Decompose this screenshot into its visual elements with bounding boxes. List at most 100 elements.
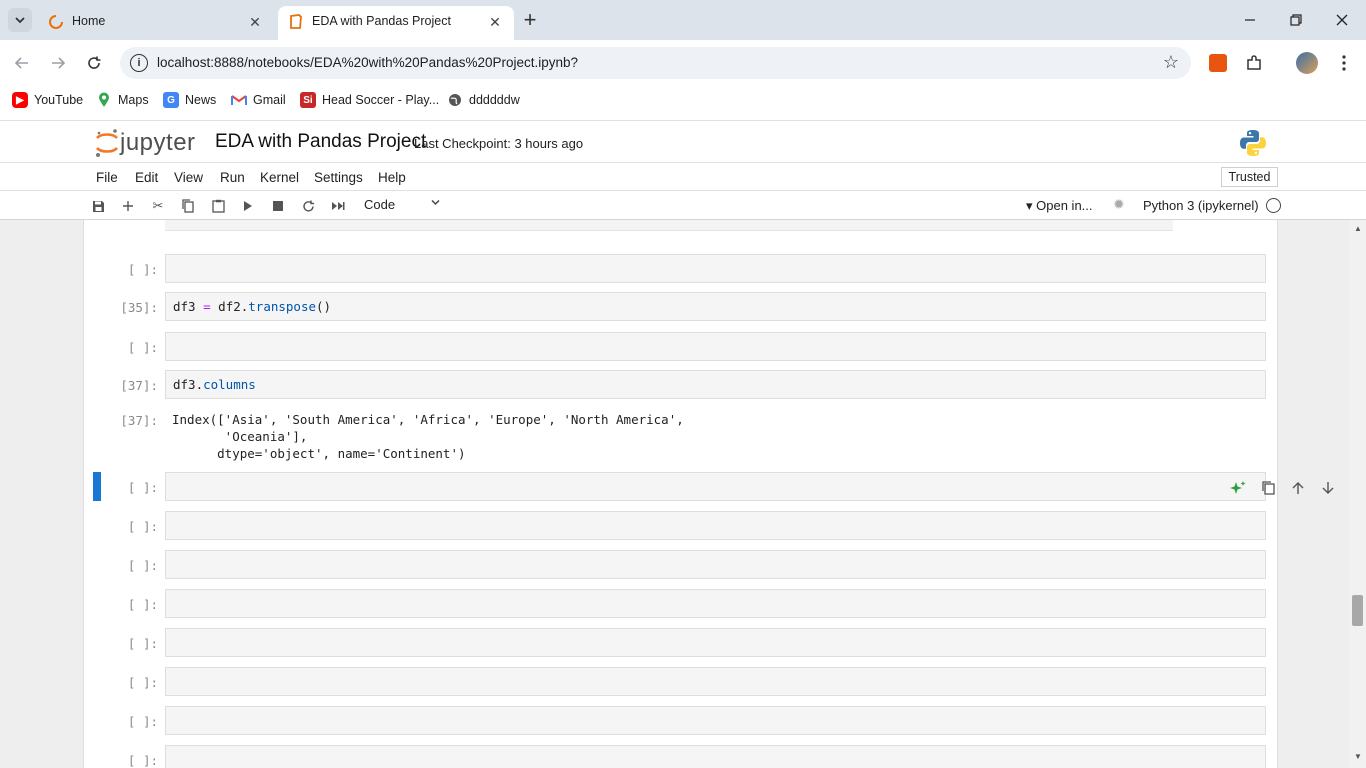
jupyter-logo[interactable]: jupyter bbox=[94, 127, 202, 159]
reload-icon[interactable] bbox=[82, 51, 106, 75]
run-all-icon[interactable] bbox=[329, 197, 347, 215]
menu-help[interactable]: Help bbox=[378, 170, 406, 185]
ai-sparkle-icon[interactable] bbox=[1229, 479, 1247, 497]
code-cell-input[interactable] bbox=[165, 254, 1266, 283]
cut-icon[interactable]: ✂ bbox=[149, 197, 167, 215]
url-text: localhost:8888/notebooks/EDA%20with%20Pa… bbox=[157, 55, 579, 70]
code-cell-input[interactable] bbox=[165, 745, 1266, 768]
bookmark-label: YouTube bbox=[34, 93, 84, 107]
bookmark-label: Head Soccer - Play... bbox=[322, 93, 440, 107]
bookmark-head-soccer[interactable]: Si Head Soccer - Play... bbox=[300, 92, 439, 108]
active-code-cell-input[interactable] bbox=[165, 472, 1365, 501]
bookmark-maps[interactable]: Maps bbox=[96, 92, 149, 108]
back-icon[interactable] bbox=[10, 51, 34, 75]
kernel-status-icon bbox=[1266, 198, 1281, 213]
chevron-down-icon[interactable] bbox=[430, 197, 441, 211]
paste-icon[interactable] bbox=[209, 197, 227, 215]
maps-icon bbox=[96, 92, 112, 108]
bookmarks-bar: ▶ YouTube Maps G News Gmail Si Head Socc… bbox=[0, 86, 1366, 114]
code-cell-input[interactable] bbox=[165, 550, 1266, 579]
restart-kernel-icon[interactable] bbox=[299, 197, 317, 215]
code-cell-input[interactable] bbox=[165, 667, 1266, 696]
code-token-attribute: columns bbox=[203, 377, 256, 392]
bookmark-star-icon[interactable]: ☆ bbox=[1163, 52, 1179, 73]
cell-prompt: [ ]: bbox=[127, 340, 158, 355]
menu-view[interactable]: View bbox=[174, 170, 203, 185]
output-line: Index(['Asia', 'South America', 'Africa'… bbox=[172, 412, 684, 427]
menu-edit[interactable]: Edit bbox=[135, 170, 158, 185]
code-token: df2. bbox=[210, 299, 249, 314]
close-window-icon[interactable] bbox=[1330, 10, 1354, 30]
new-tab-button[interactable]: + bbox=[520, 7, 540, 32]
extensions-puzzle-icon[interactable] bbox=[1243, 52, 1265, 74]
kernel-name[interactable]: Python 3 (ipykernel) bbox=[1143, 198, 1259, 213]
tab-eda-notebook[interactable]: EDA with Pandas Project ✕ bbox=[278, 6, 514, 40]
minimize-icon[interactable] bbox=[1238, 10, 1262, 30]
notebook-icon bbox=[288, 14, 304, 30]
bookmark-label: Gmail bbox=[253, 93, 286, 107]
trusted-indicator[interactable]: Trusted bbox=[1221, 167, 1278, 187]
bookmark-label: News bbox=[185, 93, 217, 107]
code-cell-input[interactable] bbox=[165, 589, 1266, 618]
code-cell-input[interactable]: df3.columns bbox=[165, 370, 1266, 399]
code-cell-input[interactable]: df3 = df2.transpose() bbox=[165, 292, 1266, 321]
duplicate-cell-icon[interactable] bbox=[1259, 479, 1277, 497]
notebook-title[interactable]: EDA with Pandas Project bbox=[215, 131, 426, 153]
code-token: () bbox=[316, 299, 332, 314]
tab-search-button[interactable] bbox=[8, 8, 32, 32]
tab-home[interactable]: Home ✕ bbox=[38, 6, 274, 40]
extension-red-icon[interactable] bbox=[1207, 52, 1229, 74]
kernel-gear-icon: ✹ bbox=[1113, 196, 1125, 212]
forward-icon[interactable] bbox=[46, 51, 70, 75]
scrollbar-thumb[interactable] bbox=[1352, 595, 1363, 626]
cell-prompt: [ ]: bbox=[127, 558, 158, 573]
save-icon[interactable] bbox=[89, 197, 107, 215]
tab-title: Home bbox=[72, 14, 106, 28]
scroll-up-icon[interactable]: ▲ bbox=[1352, 224, 1364, 236]
bookmark-label: Maps bbox=[118, 93, 149, 107]
bookmark-youtube[interactable]: ▶ YouTube bbox=[12, 92, 83, 108]
code-token: df3. bbox=[173, 377, 204, 392]
code-cell-input[interactable] bbox=[165, 332, 1266, 361]
open-in-button[interactable]: ▾ Open in... bbox=[1026, 198, 1093, 214]
code-token-operator: = bbox=[203, 299, 211, 314]
browser-toolbar: i localhost:8888/notebooks/EDA%20with%20… bbox=[0, 40, 1366, 86]
caret-down-icon: ▾ bbox=[1026, 198, 1037, 213]
bookmark-news[interactable]: G News bbox=[163, 92, 216, 108]
insert-cell-icon[interactable] bbox=[119, 197, 137, 215]
code-cell-input[interactable] bbox=[165, 628, 1266, 657]
notebook-area: [ ]: [35]: df3 = df2.transpose() [ ]: [3… bbox=[0, 220, 1366, 768]
copy-icon[interactable] bbox=[179, 197, 197, 215]
bookmark-gmail[interactable]: Gmail bbox=[231, 92, 286, 108]
bookmark-ddddddw[interactable]: ddddddw bbox=[447, 92, 520, 108]
profile-avatar[interactable] bbox=[1296, 52, 1318, 74]
cell-prompt: [ ]: bbox=[127, 753, 158, 768]
close-icon[interactable]: ✕ bbox=[246, 13, 264, 31]
tab-title: EDA with Pandas Project bbox=[312, 14, 451, 28]
site-info-icon[interactable]: i bbox=[130, 54, 148, 72]
menu-file[interactable]: File bbox=[96, 170, 118, 185]
menu-run[interactable]: Run bbox=[220, 170, 245, 185]
youtube-icon: ▶ bbox=[12, 92, 28, 108]
run-icon[interactable] bbox=[239, 197, 257, 215]
menu-kernel[interactable]: Kernel bbox=[260, 170, 299, 185]
stop-icon[interactable] bbox=[269, 197, 287, 215]
last-checkpoint: Last Checkpoint: 3 hours ago bbox=[414, 136, 584, 151]
scroll-down-icon[interactable]: ▼ bbox=[1352, 752, 1364, 764]
cell-prompt: [35]: bbox=[120, 300, 158, 315]
code-cell-input[interactable] bbox=[165, 511, 1266, 540]
close-icon[interactable]: ✕ bbox=[486, 13, 504, 31]
head-soccer-icon: Si bbox=[300, 92, 316, 108]
notebook-toolbar: ✂ Code ▾ Open in... ✹ Python 3 (ipykerne… bbox=[0, 191, 1366, 220]
cell-type-select[interactable]: Code bbox=[364, 197, 395, 212]
menu-settings[interactable]: Settings bbox=[314, 170, 363, 185]
address-bar[interactable]: i localhost:8888/notebooks/EDA%20with%20… bbox=[120, 47, 1191, 79]
browser-menu-icon[interactable] bbox=[1333, 52, 1355, 74]
move-down-icon[interactable] bbox=[1319, 479, 1337, 497]
restore-icon[interactable] bbox=[1284, 10, 1308, 30]
vertical-scrollbar[interactable] bbox=[1350, 220, 1366, 768]
cell-code: df3.columns bbox=[173, 377, 256, 392]
move-up-icon[interactable] bbox=[1289, 479, 1307, 497]
code-cell-input[interactable] bbox=[165, 706, 1266, 735]
jupyter-menubar: File Edit View Run Kernel Settings Help … bbox=[0, 162, 1366, 191]
